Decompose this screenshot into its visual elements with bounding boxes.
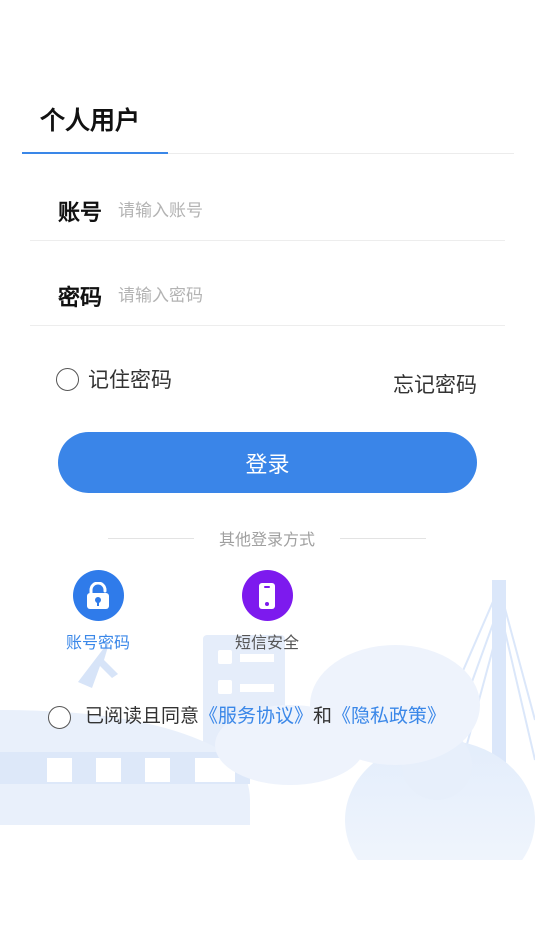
login-method-account-label: 账号密码 bbox=[65, 633, 130, 652]
agreement-conjunction: 和 bbox=[313, 705, 333, 727]
password-field: 密码 bbox=[30, 266, 505, 326]
account-input[interactable] bbox=[118, 200, 478, 221]
remember-password-option[interactable]: 记住密码 bbox=[56, 364, 172, 394]
account-field: 账号 bbox=[30, 181, 505, 241]
remember-password-radio[interactable] bbox=[56, 367, 79, 391]
account-label: 账号 bbox=[58, 200, 103, 226]
remember-password-label: 记住密码 bbox=[88, 368, 172, 392]
agreement-radio[interactable] bbox=[48, 706, 71, 729]
service-agreement-link[interactable]: 《服务协议》 bbox=[199, 701, 313, 728]
agreement-row: 已阅读且同意 《服务协议》 和 《隐私政策》 bbox=[48, 700, 446, 729]
lock-icon bbox=[72, 570, 124, 621]
agreement-prefix: 已阅读且同意 bbox=[85, 705, 200, 727]
other-login-divider: 其他登录方式 bbox=[108, 527, 426, 549]
divider-line-right bbox=[339, 537, 426, 539]
password-label: 密码 bbox=[58, 285, 103, 311]
login-button[interactable]: 登录 bbox=[58, 432, 477, 493]
password-input[interactable] bbox=[118, 285, 478, 306]
tab-personal-user[interactable]: 个人用户 bbox=[22, 100, 168, 154]
login-method-account-password[interactable]: 账号密码 bbox=[48, 570, 148, 653]
phone-icon bbox=[241, 570, 293, 621]
divider-line-left bbox=[108, 537, 194, 539]
login-method-sms[interactable]: 短信安全 bbox=[217, 570, 317, 653]
user-type-tabs: 个人用户 bbox=[22, 100, 514, 154]
other-login-title: 其他登录方式 bbox=[218, 530, 315, 549]
login-method-sms-label: 短信安全 bbox=[234, 633, 299, 652]
privacy-policy-link[interactable]: 《隐私政策》 bbox=[332, 701, 446, 728]
forgot-password-link[interactable]: 忘记密码 bbox=[393, 369, 477, 399]
